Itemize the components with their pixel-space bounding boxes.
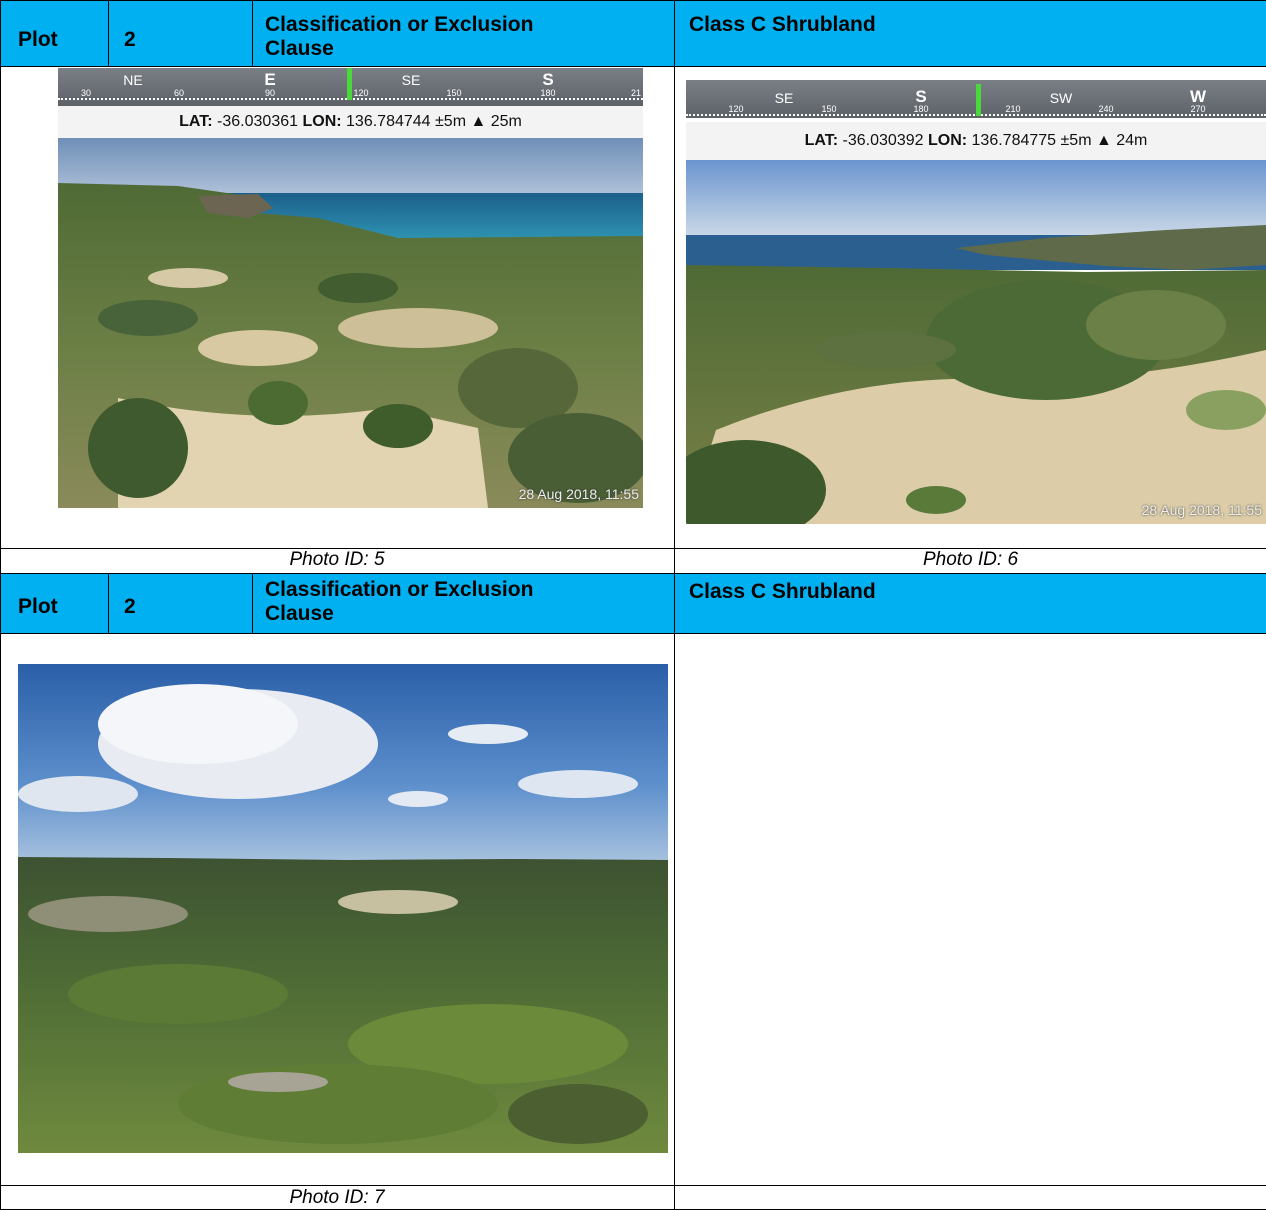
table-border [252,0,253,66]
compass-dir-e: E [264,70,276,89]
photo-5-timestamp: 28 Aug 2018, 11:55 [518,486,639,502]
photo-7 [18,664,668,1153]
compass-deg: 270 [1190,104,1206,114]
compass-heading-marker [976,84,981,116]
compass-deg: 180 [913,104,929,114]
table-border [252,573,253,633]
compass-deg: 120 [728,104,744,114]
photo-7-caption: Photo ID: 7 [289,1187,385,1208]
photo-6-timestamp: 28 Aug 2018, 11:55 [1141,502,1262,518]
clause-value: Class C Shrubland [689,580,876,603]
clause-label: Classification or Exclusion Clause [265,578,665,626]
clause-label-line2: Clause [265,37,334,60]
compass-deg: 90 [264,88,276,98]
gps-lat-value: -36.030361 [217,113,299,130]
compass-deg: 240 [1098,104,1114,114]
table-border [0,548,1266,549]
table-border [0,633,1266,634]
clause-label: Classification or Exclusion Clause [265,13,665,61]
compass-dir-se: SE [401,72,421,88]
plot-number: 2 [124,595,136,618]
photo-6-compass: SE S SW W 120 150 180 210 240 270 [686,80,1266,118]
compass-dir-se: SE [774,90,794,106]
photo-5-caption: Photo ID: 5 [289,549,385,570]
clause-value: Class C Shrubland [689,13,876,36]
table-border [108,573,109,633]
photo-5: NE E SE S 30 60 90 120 150 180 21 LAT: -… [58,68,643,508]
photo-5-gps: LAT: -36.030361 LON: 136.784744 ±5m ▲ 25… [58,106,643,138]
gps-lon-label: LON: [927,132,968,149]
photo-5-compass: NE E SE S 30 60 90 120 150 180 21 [58,68,643,106]
photo-6-gps: LAT: -36.030392 LON: 136.784775 ±5m ▲ 24… [686,122,1266,160]
gps-lon-value: 136.784775 ±5m [971,132,1092,149]
compass-dir-sw: SW [1049,90,1073,106]
table-border [0,0,1,1210]
compass-deg: 30 [80,88,92,98]
plot-label: Plot [18,595,58,618]
plot-label: Plot [18,28,58,51]
gps-altitude: ▲ 24m [1095,132,1148,149]
gps-lon-value: 136.784744 ±5m [346,113,467,130]
table-border [0,573,1266,574]
table-border [0,1185,1266,1186]
compass-dir-s: S [542,70,554,89]
gps-lon-label: LON: [302,113,342,130]
clause-label-line2: Clause [265,602,334,625]
gps-lat-label: LAT: [179,113,213,130]
plot-number: 2 [124,28,136,51]
table-border [674,0,675,1210]
compass-dir-ne: NE [123,72,143,88]
photo-6: SE S SW W 120 150 180 210 240 270 LAT: -… [686,80,1266,524]
compass-deg: 210 [1005,104,1021,114]
photo-6-caption: Photo ID: 6 [922,549,1019,570]
clause-label-line1: Classification or Exclusion [265,578,534,601]
table-border [108,0,109,66]
compass-deg: 150 [446,88,462,98]
compass-deg: 150 [821,104,837,114]
compass-deg: 21 [630,88,642,98]
compass-deg: 180 [540,88,556,98]
photo-7-image [18,664,668,1153]
gps-altitude: ▲ 25m [470,113,522,130]
gps-lat-value: -36.030392 [842,132,924,149]
compass-heading-marker [347,68,352,100]
compass-deg: 120 [353,88,369,98]
gps-lat-label: LAT: [804,132,839,149]
table-border [0,0,1266,1]
table-border [0,66,1266,67]
clause-label-line1: Classification or Exclusion [265,13,534,36]
compass-deg: 60 [173,88,185,98]
